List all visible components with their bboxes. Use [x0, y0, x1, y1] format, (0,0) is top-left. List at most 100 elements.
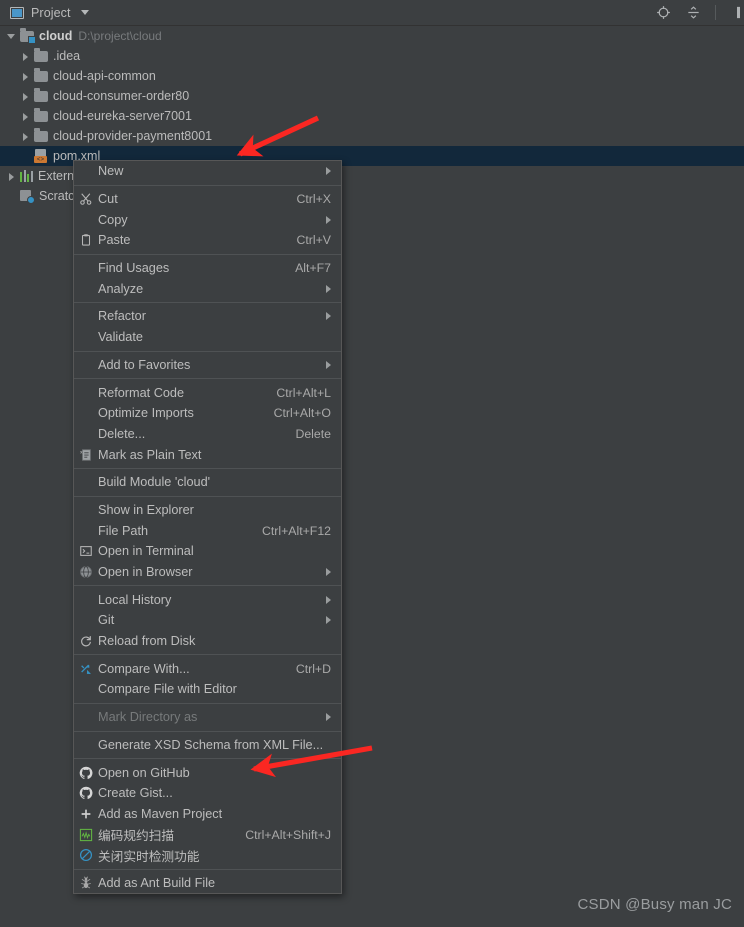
module-folder-icon — [20, 27, 36, 44]
plain-text-icon: x — [78, 447, 94, 463]
tree-indent-spacer — [6, 190, 18, 202]
menu-item-compare-file-with-editor[interactable]: Compare File with Editor — [74, 679, 341, 700]
menu-item-new[interactable]: New — [74, 161, 341, 182]
submenu-arrow-icon — [326, 360, 331, 369]
disable-realtime-icon — [78, 847, 94, 863]
menu-separator — [74, 495, 341, 497]
menu-item-label: Open in Browser — [98, 565, 193, 580]
context-menu: New Cut Ctrl+X Copy Paste Ctrl+V Find Usages Al… — [73, 160, 342, 895]
tree-node-idea[interactable]: .idea — [0, 46, 744, 66]
chevron-down-icon[interactable] — [80, 10, 89, 15]
project-title-group[interactable]: Project — [0, 6, 89, 20]
menu-item-label: Add as Ant Build File — [98, 875, 216, 890]
toolbar-actions — [655, 5, 744, 21]
collapse-all-icon[interactable] — [685, 5, 701, 21]
menu-separator — [74, 585, 341, 587]
menu-separator — [74, 378, 341, 380]
menu-item-label: File Path — [98, 523, 149, 538]
tree-indent-spacer — [20, 150, 32, 162]
menu-item-add-as-ant-build-file[interactable]: Add as Ant Build File — [74, 873, 341, 894]
expand-arrow-icon[interactable] — [20, 90, 32, 102]
menu-item-label: Mark as Plain Text — [98, 447, 202, 462]
menu-item-label: 编码规约扫描 — [98, 829, 175, 844]
expand-arrow-icon[interactable] — [20, 130, 32, 142]
menu-item-shortcut: Delete — [295, 426, 331, 441]
menu-item-refactor[interactable]: Refactor — [74, 306, 341, 327]
expand-arrow-icon[interactable] — [6, 30, 18, 42]
menu-separator — [74, 184, 341, 186]
folder-icon — [34, 87, 48, 102]
menu-item-shortcut: Ctrl+Alt+F12 — [261, 523, 331, 538]
menu-item-label: Add to Favorites — [98, 357, 191, 372]
menu-item-find-usages[interactable]: Find Usages Alt+F7 — [74, 258, 341, 279]
menu-item-paste[interactable]: Paste Ctrl+V — [74, 230, 341, 251]
watermark: CSDN @Busy man JC — [577, 896, 732, 913]
menu-separator — [74, 702, 341, 704]
expand-arrow-icon[interactable] — [20, 110, 32, 122]
menu-item-label: Delete... — [98, 426, 146, 441]
terminal-icon — [78, 543, 94, 559]
menu-item-delete[interactable]: Delete... Delete — [74, 424, 341, 445]
locate-icon[interactable] — [655, 5, 671, 21]
submenu-arrow-icon — [326, 568, 331, 577]
folder-icon — [34, 107, 48, 122]
menu-item-cut[interactable]: Cut Ctrl+X — [74, 189, 341, 210]
menu-item-create-gist[interactable]: Create Gist... — [74, 783, 341, 804]
idea-project-window: Project cloud D:\project\cloud .idea clo… — [0, 0, 744, 927]
tree-node-label: cloud-api-common — [53, 69, 156, 83]
menu-item-file-path[interactable]: File Path Ctrl+Alt+F12 — [74, 520, 341, 541]
submenu-arrow-icon — [326, 312, 331, 321]
menu-item-local-history[interactable]: Local History — [74, 589, 341, 610]
ant-icon — [78, 875, 94, 891]
menu-item-open-on-github[interactable]: Open on GitHub — [74, 762, 341, 783]
tree-node-cloud-eureka-server7001[interactable]: cloud-eureka-server7001 — [0, 106, 744, 126]
menu-item-关闭实时检测功能[interactable]: 关闭实时检测功能 — [74, 845, 341, 866]
menu-item-label: Analyze — [98, 281, 144, 296]
github-icon — [78, 765, 94, 781]
project-window-icon — [10, 6, 24, 19]
expand-arrow-icon[interactable] — [20, 50, 32, 62]
submenu-arrow-icon — [326, 215, 331, 224]
menu-item-open-in-terminal[interactable]: Open in Terminal — [74, 541, 341, 562]
settings-icon[interactable] — [730, 5, 744, 21]
menu-item-validate[interactable]: Validate — [74, 327, 341, 348]
tree-node-cloud-consumer-order80[interactable]: cloud-consumer-order80 — [0, 86, 744, 106]
menu-item-reload-from-disk[interactable]: Reload from Disk — [74, 631, 341, 652]
menu-item-label: Show in Explorer — [98, 502, 194, 517]
tree-node-cloud-api-common[interactable]: cloud-api-common — [0, 66, 744, 86]
menu-item-label: Reload from Disk — [98, 634, 196, 649]
menu-separator — [74, 730, 341, 732]
menu-item-label: Git — [98, 613, 115, 628]
menu-item-optimize-imports[interactable]: Optimize Imports Ctrl+Alt+O — [74, 403, 341, 424]
submenu-arrow-icon — [326, 284, 331, 293]
menu-item-add-to-favorites[interactable]: Add to Favorites — [74, 355, 341, 376]
menu-separator — [74, 654, 341, 656]
menu-item-copy[interactable]: Copy — [74, 209, 341, 230]
folder-icon — [34, 127, 48, 142]
tree-node-cloud-provider-payment8001[interactable]: cloud-provider-payment8001 — [0, 126, 744, 146]
menu-separator — [74, 758, 341, 760]
folder-icon — [34, 67, 48, 82]
menu-item-label: New — [98, 164, 124, 179]
menu-item-build-module-cloud[interactable]: Build Module 'cloud' — [74, 472, 341, 493]
menu-item-label: Optimize Imports — [98, 406, 194, 421]
menu-item-open-in-browser[interactable]: Open in Browser — [74, 562, 341, 583]
tree-node-path: D:\project\cloud — [78, 29, 162, 43]
menu-item-label: Open on GitHub — [98, 765, 190, 780]
expand-arrow-icon[interactable] — [6, 170, 18, 182]
menu-item-mark-as-plain-text[interactable]: x Mark as Plain Text — [74, 444, 341, 465]
menu-item-shortcut: Ctrl+Alt+Shift+J — [245, 827, 331, 842]
menu-item-reformat-code[interactable]: Reformat Code Ctrl+Alt+L — [74, 382, 341, 403]
submenu-arrow-icon — [326, 616, 331, 625]
menu-item-generate-xsd-schema-from-xml-file[interactable]: Generate XSD Schema from XML File... — [74, 735, 341, 756]
tree-node-label: .idea — [53, 49, 81, 63]
menu-item-git[interactable]: Git — [74, 610, 341, 631]
expand-arrow-icon[interactable] — [20, 70, 32, 82]
menu-item-add-as-maven-project[interactable]: Add as Maven Project — [74, 804, 341, 825]
menu-item-shortcut: Ctrl+D — [295, 661, 331, 676]
menu-item-analyze[interactable]: Analyze — [74, 278, 341, 299]
tree-node-cloud[interactable]: cloud D:\project\cloud — [0, 26, 744, 46]
menu-item-show-in-explorer[interactable]: Show in Explorer — [74, 500, 341, 521]
menu-item-编码规约扫描[interactable]: 编码规约扫描 Ctrl+Alt+Shift+J — [74, 824, 341, 845]
menu-item-compare-with[interactable]: Compare With... Ctrl+D — [74, 658, 341, 679]
